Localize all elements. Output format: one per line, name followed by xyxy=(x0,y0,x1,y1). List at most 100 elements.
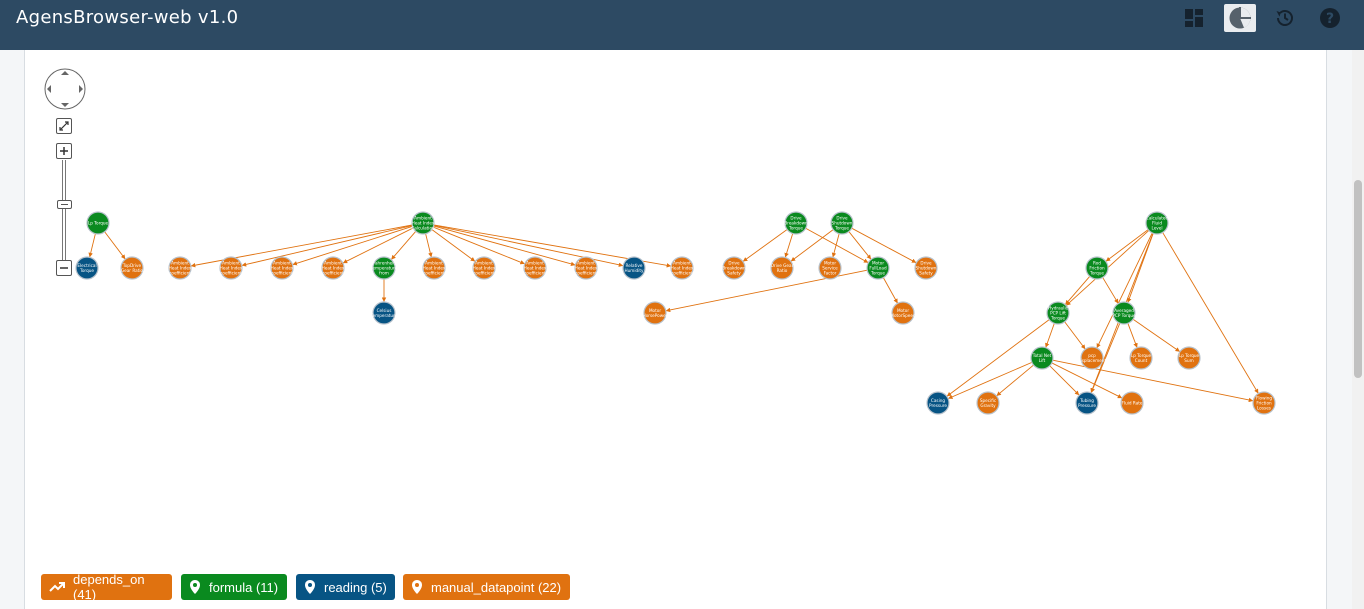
expand-icon xyxy=(59,121,69,131)
node-label: Lp Torque xyxy=(88,221,109,226)
depends-on-edge[interactable] xyxy=(1064,321,1086,350)
vertical-scrollbar[interactable] xyxy=(1352,50,1364,609)
graph-node-formula[interactable]: Averaged PCP Torque xyxy=(1112,301,1136,325)
graph-node-manual[interactable]: Fluid Rate xyxy=(1120,391,1144,415)
graph-edges xyxy=(88,224,1259,403)
graph-node-manual[interactable]: Motor Service Factor xyxy=(818,256,842,280)
depends-on-edge[interactable] xyxy=(88,233,96,258)
map-pin-icon xyxy=(190,580,200,594)
graph-node-formula[interactable]: Motor FullLoad Torque xyxy=(866,256,890,280)
depends-on-edge[interactable] xyxy=(1102,277,1119,304)
legend-label: depends_on (41) xyxy=(73,572,145,602)
graph-node-manual[interactable]: Drive Breakdown Safety xyxy=(722,256,746,280)
graph-node-reading[interactable]: Tubing Pressure xyxy=(1075,391,1099,415)
depends-on-edge[interactable] xyxy=(1162,232,1259,394)
node-label: Averaged PCP Torque xyxy=(1112,308,1136,318)
depends-on-edge[interactable] xyxy=(425,233,433,258)
graph-node-reading[interactable]: Casing Pressure xyxy=(926,391,950,415)
map-pin-icon xyxy=(412,580,422,594)
zoom-out-button[interactable] xyxy=(56,260,72,276)
depends-on-edge[interactable] xyxy=(851,227,917,264)
graph-node-formula[interactable]: Rod Friction Torque xyxy=(1085,256,1109,280)
minus-icon xyxy=(60,267,68,269)
node-label: Ambient Heat Index coefficient xyxy=(169,261,192,276)
node-label: Ambient Heat Index coefficient xyxy=(524,261,547,276)
graph-node-manual[interactable]: Specific Gravity xyxy=(976,391,1000,415)
depends-on-edge[interactable] xyxy=(784,233,794,258)
graph-node-manual[interactable]: Drive Gear Ratio xyxy=(770,256,794,280)
depends-on-edge[interactable] xyxy=(390,231,417,260)
graph-node-formula[interactable]: Hydraulic PCP Lift Torque xyxy=(1046,301,1070,325)
graph-node-manual[interactable]: Ambient Heat Index coefficient xyxy=(422,256,446,280)
node-label: Motor Service Factor xyxy=(822,261,838,276)
graph-node-manual[interactable]: Ambient Heat Index coefficient xyxy=(219,256,243,280)
graph-node-formula[interactable]: Fahrenheit temperature from xyxy=(371,256,398,280)
graph-node-formula[interactable]: Drive Shutdown Torque xyxy=(830,211,854,235)
graph-node-reading[interactable]: Relative Humidity xyxy=(622,256,646,280)
node-label: Specific Gravity xyxy=(980,398,997,408)
node-label: Ambient Heat Index coefficient xyxy=(423,261,446,276)
node-label: Ambient Heat Index coefficient xyxy=(473,261,496,276)
node-label: Fluid Rate xyxy=(1122,401,1143,406)
node-label: Ambient Heat Index coefficient xyxy=(671,261,694,276)
graph-node-manual[interactable]: Ambient Heat Index coefficient xyxy=(472,256,496,280)
depends-on-edge[interactable] xyxy=(1045,323,1055,348)
legend-label: formula (11) xyxy=(209,579,279,595)
node-label: Ambient Heat Index coefficient xyxy=(322,261,345,276)
node-label: Flowing Friction Losses xyxy=(1256,396,1272,411)
zoom-slider-track[interactable] xyxy=(62,160,66,262)
graph-node-formula[interactable]: Lp Torque xyxy=(86,211,110,235)
depends-on-edge[interactable] xyxy=(1049,365,1080,396)
depends-on-edge[interactable] xyxy=(831,233,840,258)
scrollbar-thumb[interactable] xyxy=(1354,180,1362,378)
depends-on-edge[interactable] xyxy=(1105,229,1149,262)
graph-node-manual[interactable]: Ambient Heat Index coefficient xyxy=(574,256,598,280)
trending-up-icon xyxy=(49,582,65,592)
node-label: Ambient Heat Index coefficient xyxy=(575,261,598,276)
map-pin-icon xyxy=(305,580,315,594)
graph-node-manual[interactable]: Motor MotorSpeed xyxy=(890,301,916,325)
pan-control[interactable] xyxy=(44,68,86,110)
graph-node-formula[interactable]: Total Net Lift xyxy=(1030,346,1054,370)
depends-on-edge[interactable] xyxy=(104,231,126,260)
legend-depends-on[interactable]: depends_on (41) xyxy=(41,572,172,602)
legend-label: reading (5) xyxy=(324,579,387,595)
depends-on-edge[interactable] xyxy=(882,277,899,304)
graph-node-manual[interactable]: Lp Torque Count xyxy=(1129,346,1153,370)
graph-node-manual[interactable]: Ambient Heat Index coefficient xyxy=(321,256,345,280)
graph-node-manual[interactable]: Ambient Heat Index coefficient xyxy=(270,256,294,280)
graph-canvas[interactable]: Lp Torque Electrical Torque TopDrive Gear Ra… xyxy=(0,0,1364,609)
depends-on-edge[interactable] xyxy=(1096,232,1153,349)
graph-node-formula[interactable]: Ambient Heat Index Calculation xyxy=(411,211,435,235)
graph-node-manual[interactable]: Flowing Friction Losses xyxy=(1252,391,1276,415)
legend-reading[interactable]: reading (5) xyxy=(296,574,395,600)
graph-node-manual[interactable]: Ambient Heat Index coefficient xyxy=(168,256,192,280)
node-label: Electrical Torque xyxy=(77,263,96,273)
node-label: Tubing Pressure xyxy=(1078,398,1096,408)
graph-node-formula[interactable]: Drive Breakdown Torque xyxy=(784,211,808,235)
plus-icon xyxy=(60,147,68,155)
node-label: Casing Pressure xyxy=(929,398,947,408)
graph-node-manual[interactable]: TopDrive Gear Ratio xyxy=(120,256,144,280)
depends-on-edge[interactable] xyxy=(292,225,413,266)
legend-formula[interactable]: formula (11) xyxy=(181,574,287,600)
graph-node-manual[interactable]: Ambient Heat Index coefficient xyxy=(523,256,547,280)
graph-node-manual[interactable]: Ambient Heat Index coefficient xyxy=(670,256,694,280)
zoom-slider-handle[interactable] xyxy=(57,200,72,209)
depends-on-edge[interactable] xyxy=(1064,276,1091,305)
graph-node-manual[interactable]: Lp Torque Sum xyxy=(1177,346,1201,370)
graph-node-formula[interactable]: Calculated Fluid Level xyxy=(1145,211,1169,235)
depends-on-edge[interactable] xyxy=(431,229,476,262)
zoom-in-button[interactable] xyxy=(56,143,72,159)
graph-node-manual[interactable]: Drive Shutdown Safety xyxy=(914,256,938,280)
node-label: Ambient Heat Index coefficient xyxy=(220,261,243,276)
graph-node-reading[interactable]: Electrical Torque xyxy=(75,256,99,280)
fit-view-button[interactable] xyxy=(56,118,72,134)
legend-manual-datapoint[interactable]: manual_datapoint (22) xyxy=(403,574,570,600)
legend-label: manual_datapoint (22) xyxy=(431,579,562,595)
graph-node-manual[interactable]: Motor HorsePower xyxy=(643,301,668,325)
graph-node-reading[interactable]: Celsius Temperature xyxy=(370,301,398,325)
depends-on-edge[interactable] xyxy=(1127,323,1138,348)
depends-on-edge[interactable] xyxy=(848,231,872,260)
node-label: Relative Humidity xyxy=(625,263,645,273)
